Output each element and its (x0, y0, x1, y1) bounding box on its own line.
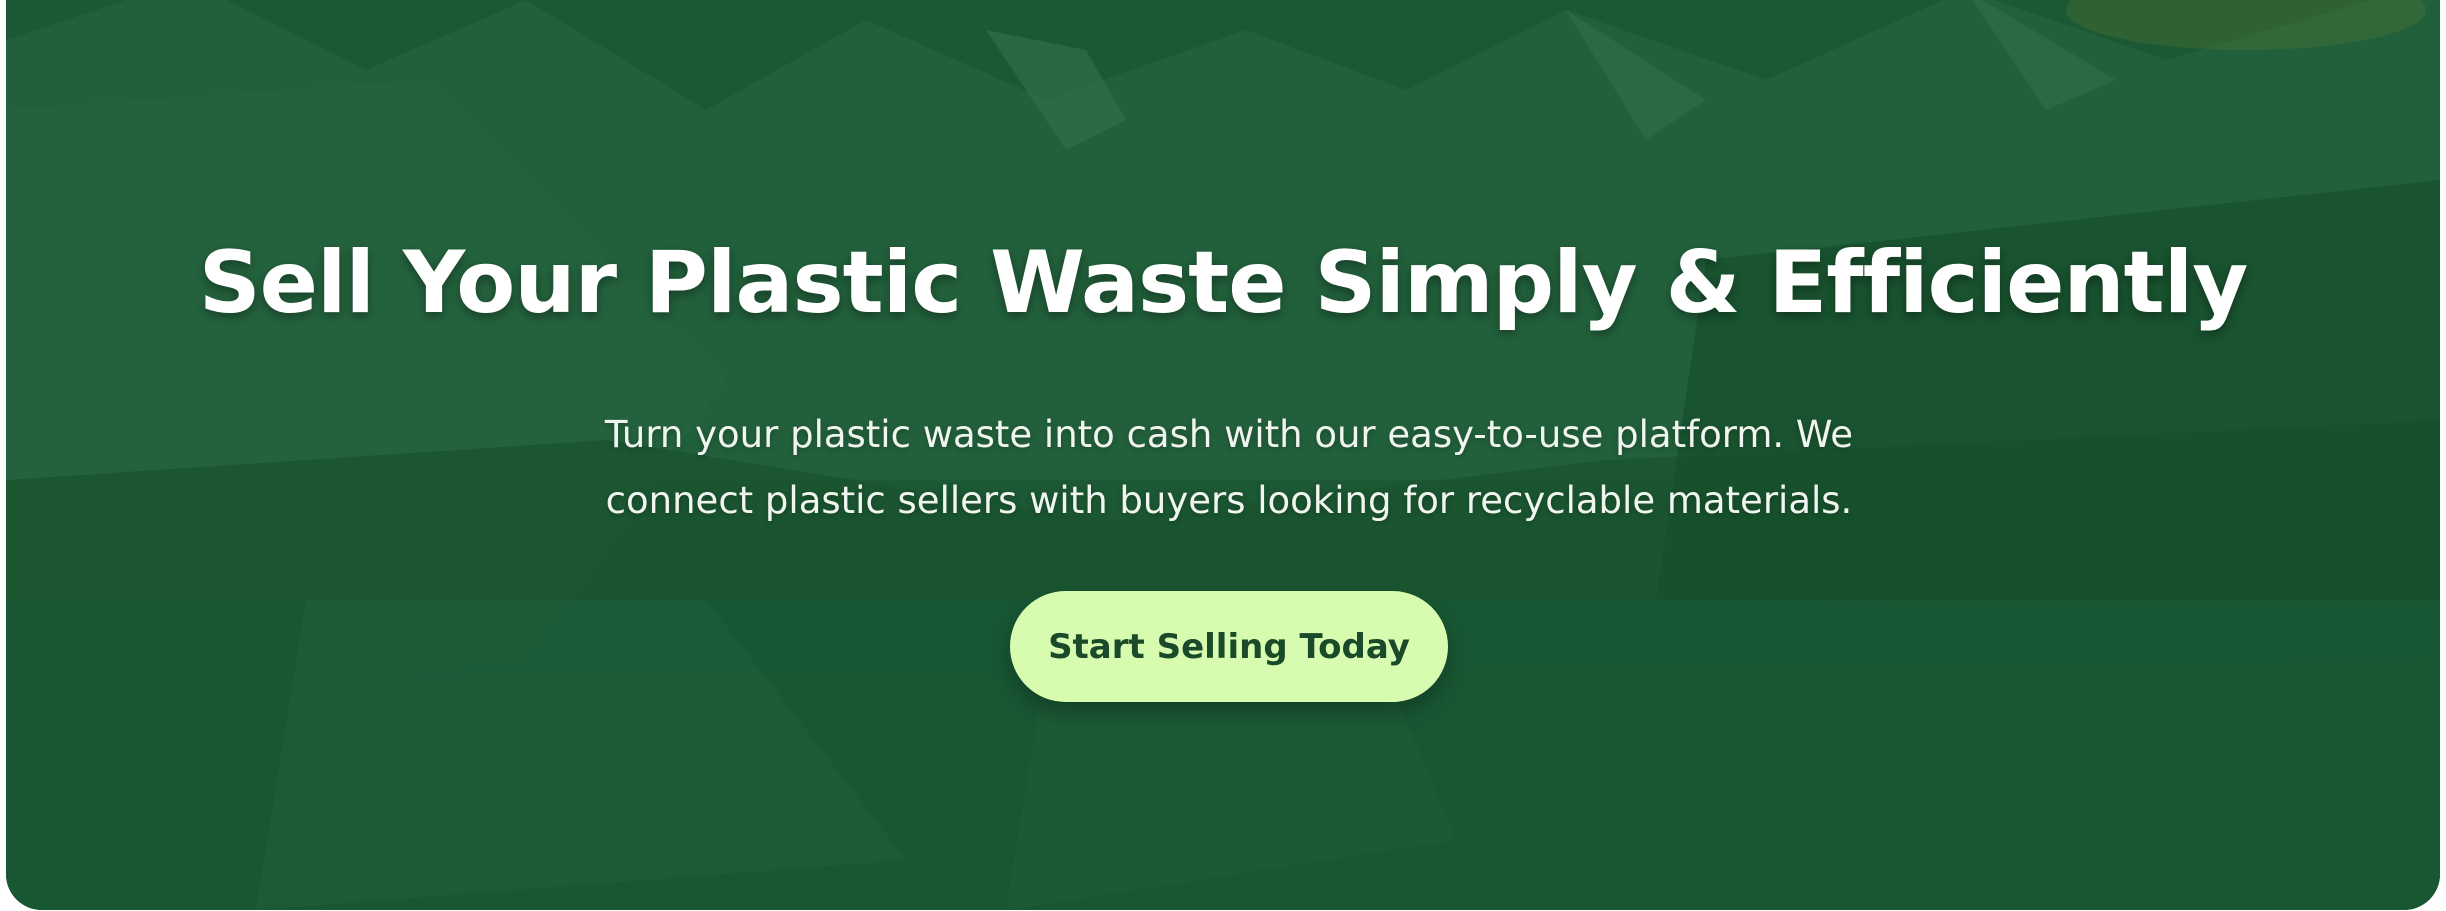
hero-title: Sell Your Plastic Waste Simply & Efficie… (198, 233, 2249, 333)
hero-subtitle: Turn your plastic waste into cash with o… (604, 413, 1854, 522)
start-selling-button[interactable]: Start Selling Today (1010, 591, 1448, 702)
hero-section: Sell Your Plastic Waste Simply & Efficie… (6, 0, 2440, 910)
hero-content: Sell Your Plastic Waste Simply & Efficie… (6, 0, 2440, 910)
